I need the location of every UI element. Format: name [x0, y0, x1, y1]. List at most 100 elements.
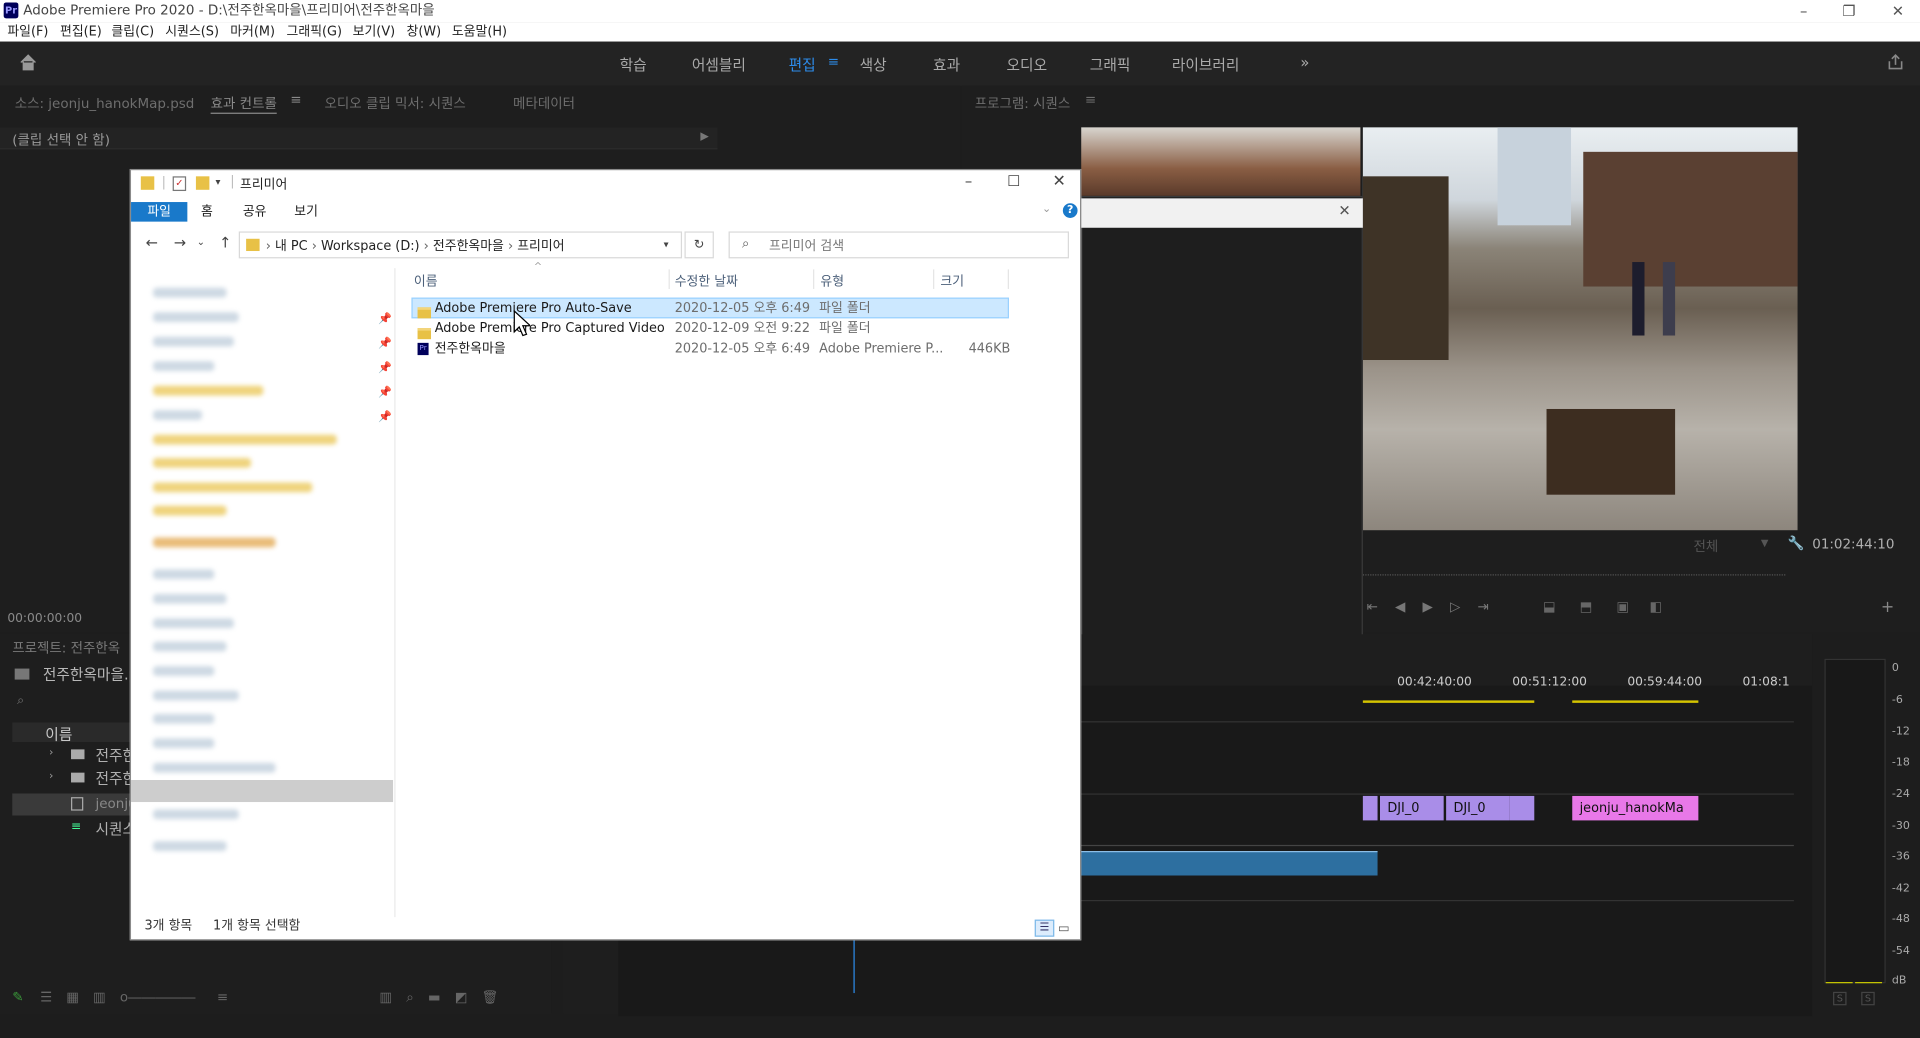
explorer-close-icon[interactable]: ✕	[1049, 173, 1069, 191]
explorer-maximize-icon[interactable]: ☐	[1004, 173, 1024, 190]
address-dropdown-icon[interactable]: ▾	[664, 239, 669, 250]
menu-clip[interactable]: 클립(C)	[111, 23, 154, 40]
restore-icon[interactable]: ❐	[1831, 0, 1868, 22]
ws-tab-graphics[interactable]: 그래픽	[1090, 54, 1131, 75]
sort-icon[interactable]: ≡	[217, 989, 228, 1005]
ribbon-tab-home[interactable]: 홈	[192, 202, 221, 222]
ws-tab-effects[interactable]: 효과	[933, 54, 960, 75]
file-row[interactable]: Adobe Premiere Pro Captured Video 2020-1…	[411, 318, 1009, 339]
audio-clip[interactable]	[1081, 851, 1378, 876]
large-icons-view-icon[interactable]: ▭	[1058, 922, 1070, 935]
panel-menu-icon[interactable]: ≡	[290, 92, 301, 108]
column-header-size[interactable]: 크기	[940, 272, 964, 290]
new-folder-icon[interactable]	[195, 176, 210, 190]
fit-chevron-icon[interactable]: ▼	[1761, 538, 1769, 549]
new-bin-icon[interactable]: ▬	[428, 989, 441, 1005]
menu-graphics[interactable]: 그래픽(G)	[287, 23, 342, 40]
details-view-icon[interactable]: ☰	[1034, 919, 1055, 937]
zoom-slider[interactable]: o―――――	[120, 989, 196, 1005]
breadcrumb-item[interactable]: Workspace (D:)	[321, 239, 420, 254]
ws-tab-learning[interactable]: 학습	[620, 54, 647, 75]
share-icon[interactable]	[1887, 53, 1904, 71]
add-button-icon[interactable]: +	[1881, 599, 1894, 617]
menu-edit[interactable]: 편집(E)	[60, 23, 102, 40]
timeline-clip[interactable]	[1509, 795, 1535, 821]
ribbon-expand-icon[interactable]: ⌄	[1042, 203, 1051, 215]
extract-icon[interactable]: ⬒	[1580, 599, 1593, 615]
dialog-close-icon[interactable]: ✕	[1338, 202, 1350, 219]
find-icon[interactable]: ⌕	[406, 989, 414, 1005]
tab-project[interactable]: 프로젝트: 전주한옥	[12, 638, 120, 658]
tab-audio-clip-mixer[interactable]: 오디오 클립 믹서: 시퀀스	[324, 93, 465, 113]
tab-source[interactable]: 소스: jeonju_hanokMap.psd	[15, 93, 195, 113]
wrench-icon[interactable]: 🔧	[1788, 535, 1805, 551]
file-row[interactable]: Pr 전주한옥마을 2020-12-05 오후 6:49 Adobe Premi…	[411, 339, 1010, 360]
ws-tab-color[interactable]: 색상	[860, 54, 887, 75]
playhead[interactable]	[853, 936, 855, 994]
tab-metadata[interactable]: 메타데이터	[513, 93, 575, 113]
timeline-clip[interactable]: jeonju_hanokMa	[1572, 795, 1699, 821]
refresh-icon[interactable]: ↻	[684, 231, 714, 259]
search-box[interactable]: ⌕ 프리미어 검색	[728, 231, 1069, 259]
camera-icon[interactable]: ▣	[1616, 599, 1629, 615]
breadcrumb-item[interactable]: 전주한옥마을	[433, 239, 504, 254]
trash-icon[interactable]: 🗑	[482, 989, 499, 1005]
menu-sequence[interactable]: 시퀀스(S)	[165, 23, 219, 40]
ws-more-icon[interactable]: »	[1300, 54, 1309, 71]
new-item-icon[interactable]: ◩	[455, 989, 468, 1005]
fit-dropdown[interactable]: 전체	[1693, 536, 1718, 556]
ws-tab-audio[interactable]: 오디오	[1007, 54, 1048, 75]
quick-access-dropdown-icon[interactable]: ▾	[216, 176, 221, 187]
up-icon[interactable]: ↑	[217, 234, 234, 251]
column-header-type[interactable]: 유형	[820, 272, 844, 290]
ribbon-tab-share[interactable]: 공유	[236, 202, 273, 222]
recent-dropdown-icon[interactable]: ⌄	[195, 236, 207, 247]
pin-icon[interactable]: 📌	[378, 362, 392, 374]
close-window-icon[interactable]: ✕	[1880, 0, 1917, 22]
ws-tab-editing[interactable]: 편집	[789, 54, 816, 75]
address-bar[interactable]: › 내 PC › Workspace (D:) › 전주한옥마을 › 프리미어 …	[238, 231, 683, 259]
ws-tab-libraries[interactable]: 라이브러리	[1172, 54, 1240, 75]
home-icon[interactable]	[20, 54, 37, 71]
properties-icon[interactable]: ✓	[172, 176, 187, 192]
back-icon[interactable]: ←	[143, 234, 160, 251]
solo-button[interactable]: S	[1833, 991, 1847, 1006]
explorer-minimize-icon[interactable]: –	[959, 173, 979, 190]
ribbon-tab-file[interactable]: 파일	[131, 202, 188, 222]
transport-controls[interactable]: ⇤◀▶▷⇥	[1367, 599, 1685, 616]
breadcrumb-item[interactable]: 프리미어	[517, 239, 564, 254]
icon-view-icon[interactable]: ▦	[66, 989, 79, 1005]
solo-button[interactable]: S	[1861, 991, 1875, 1006]
freeform-view-icon[interactable]: ▥	[93, 989, 106, 1005]
column-header-name[interactable]: 이름	[414, 272, 438, 290]
automate-icon[interactable]: ▥	[379, 989, 392, 1005]
file-row[interactable]: Adobe Premiere Pro Auto-Save 2020-12-05 …	[411, 297, 1009, 319]
breadcrumb-item[interactable]: 내 PC	[275, 239, 308, 254]
pencil-icon[interactable]: ✎	[12, 989, 23, 1005]
menu-marker[interactable]: 마커(M)	[230, 23, 275, 40]
compare-icon[interactable]: ◧	[1649, 599, 1662, 615]
menu-view[interactable]: 보기(V)	[353, 23, 395, 40]
pin-icon[interactable]: 📌	[378, 338, 392, 350]
search-icon[interactable]: ⌕	[17, 694, 24, 707]
ribbon-tab-view[interactable]: 보기	[288, 202, 325, 222]
pin-icon[interactable]: 📌	[378, 387, 392, 399]
expand-arrow-icon[interactable]: ›	[49, 747, 53, 759]
menu-window[interactable]: 창(W)	[407, 23, 442, 40]
menu-file[interactable]: 파일(F)	[7, 23, 48, 40]
minimize-icon[interactable]: –	[1785, 0, 1822, 22]
pin-icon[interactable]: 📌	[378, 411, 392, 423]
list-view-icon[interactable]: ☰	[40, 989, 52, 1005]
timeline-clip[interactable]	[1362, 795, 1378, 821]
help-icon[interactable]: ?	[1062, 203, 1078, 218]
forward-icon[interactable]: →	[171, 234, 188, 251]
timeline-clip[interactable]: DJI_0	[1380, 795, 1444, 821]
expand-arrow-icon[interactable]: ›	[49, 770, 53, 782]
tab-program[interactable]: 프로그램: 시퀀스	[975, 93, 1071, 113]
timeline-clip[interactable]: DJI_0	[1446, 795, 1510, 821]
column-header-date[interactable]: 수정한 날짜	[675, 272, 738, 290]
ws-tab-assembly[interactable]: 어셈블리	[692, 54, 746, 75]
program-menu-icon[interactable]: ≡	[1085, 92, 1096, 108]
ws-menu-icon[interactable]: ≡	[828, 54, 839, 70]
menu-help[interactable]: 도움말(H)	[452, 23, 507, 40]
